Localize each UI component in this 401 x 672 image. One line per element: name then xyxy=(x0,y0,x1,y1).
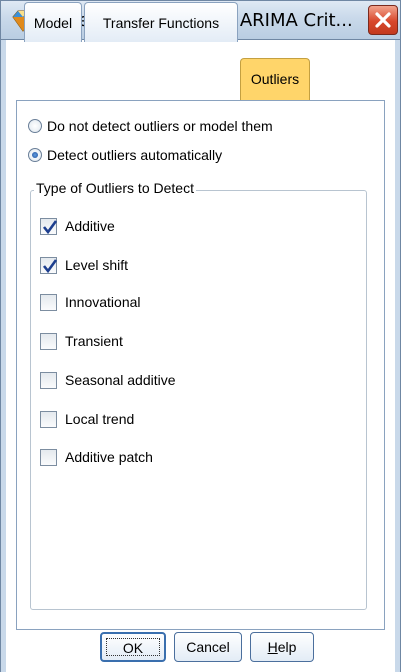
checkbox-seasonal-additive[interactable]: Seasonal additive xyxy=(40,370,176,390)
radio-button[interactable] xyxy=(28,119,42,133)
checkbox-label: Innovational xyxy=(65,294,141,310)
close-button[interactable] xyxy=(368,5,398,35)
checkbox[interactable] xyxy=(40,293,57,311)
tab-model[interactable]: Model xyxy=(24,2,82,42)
checkbox[interactable] xyxy=(40,332,57,350)
groupbox-legend: Type of Outliers to Detect xyxy=(34,180,196,196)
radio-label: Detect outliers automatically xyxy=(47,147,223,163)
check-mark-icon xyxy=(42,219,58,234)
checkbox-transient[interactable]: Transient xyxy=(40,331,123,351)
outlier-types-groupbox xyxy=(30,190,367,610)
checkbox-label: Transient xyxy=(65,333,123,349)
checkbox-local-trend[interactable]: Local trend xyxy=(40,409,134,429)
checkbox-label: Level shift xyxy=(65,257,129,273)
checkbox-additive-patch[interactable]: Additive patch xyxy=(40,447,153,467)
checkbox-label: Additive patch xyxy=(65,449,153,465)
ok-button-label: OK xyxy=(122,640,144,656)
checkbox-innovational[interactable]: Innovational xyxy=(40,292,141,312)
checkbox-label: Local trend xyxy=(65,411,135,427)
checkbox-level-shift[interactable]: Level shift xyxy=(40,255,128,275)
checkbox[interactable] xyxy=(40,410,57,428)
checkbox-additive[interactable]: Additive xyxy=(40,216,115,236)
help-button-label: elp xyxy=(277,639,297,655)
checkbox-label: Additive xyxy=(65,218,115,234)
radio-button-selected[interactable] xyxy=(28,148,42,162)
window-frame-right xyxy=(395,40,401,672)
checkbox-label: Seasonal additive xyxy=(65,372,176,388)
cancel-button[interactable]: Cancel xyxy=(174,632,242,662)
window-frame-left xyxy=(0,40,6,672)
checkbox[interactable] xyxy=(40,371,57,389)
tab-outliers[interactable]: Outliers xyxy=(240,58,310,100)
dialog-window: Time Series Modeler: ARIMA Crit... Model… xyxy=(0,0,401,672)
radio-label: Do not detect outliers or model them xyxy=(47,118,273,134)
radio-no-detection[interactable]: Do not detect outliers or model them xyxy=(28,116,273,136)
radio-detect-automatically[interactable]: Detect outliers automatically xyxy=(28,145,222,165)
checkbox[interactable] xyxy=(40,256,58,274)
help-mnemonic: H xyxy=(267,639,278,655)
close-icon xyxy=(375,12,391,28)
tab-transfer-functions[interactable]: Transfer Functions xyxy=(84,2,238,42)
ok-button[interactable]: OK xyxy=(100,632,166,662)
check-mark-icon xyxy=(42,258,58,273)
checkbox[interactable] xyxy=(40,217,58,235)
help-button[interactable]: Help xyxy=(250,632,314,662)
checkbox[interactable] xyxy=(40,448,57,466)
cancel-button-label: Cancel xyxy=(186,639,230,655)
